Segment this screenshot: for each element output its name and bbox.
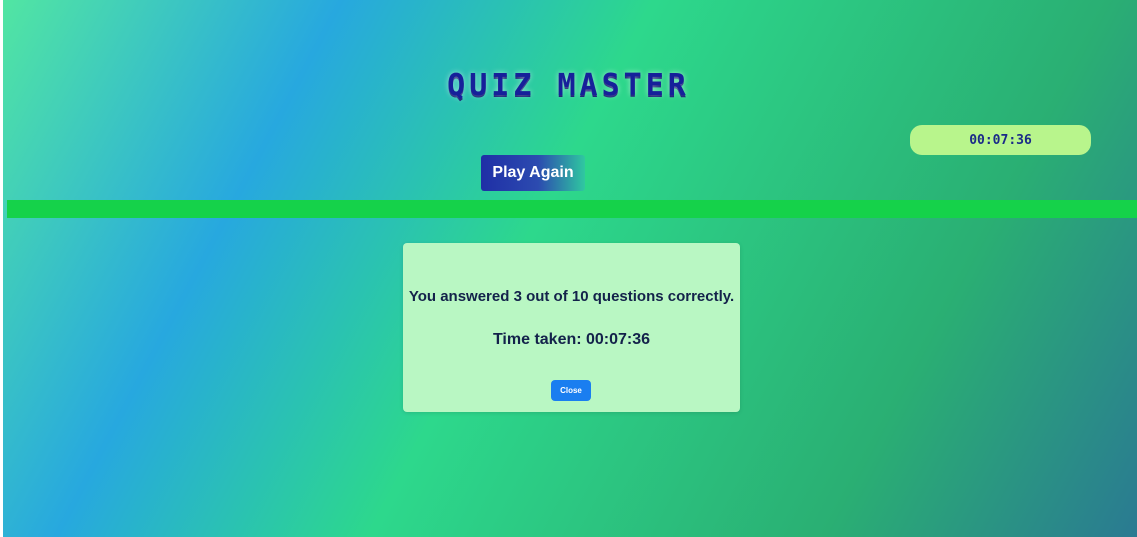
progress-bar [7, 200, 1137, 218]
score-message: You answered 3 out of 10 questions corre… [408, 288, 735, 305]
play-again-button[interactable]: Play Again [481, 155, 585, 191]
result-modal: You answered 3 out of 10 questions corre… [403, 243, 740, 412]
time-taken-message: Time taken: 00:07:36 [492, 331, 651, 348]
timer-display: 00:07:36 [910, 125, 1091, 155]
progress-bar-fill [7, 200, 1137, 218]
page-title: QUIZ MASTER [447, 68, 690, 103]
close-button[interactable]: Close [551, 380, 591, 401]
